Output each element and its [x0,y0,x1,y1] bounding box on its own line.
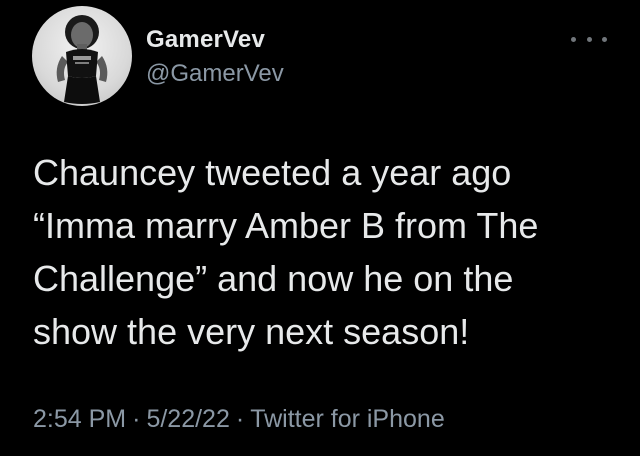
more-options-button[interactable] [571,30,607,48]
tweet-text: Chauncey tweeted a year ago “Imma marry … [33,152,539,352]
more-horizontal-icon [586,36,592,42]
tweet-meta: 2:54 PM · 5/22/22 · Twitter for iPhone [33,405,445,434]
meta-separator: · [235,405,245,433]
tweet-time[interactable]: 2:54 PM [33,405,126,433]
more-horizontal-icon [602,36,607,42]
person-photo-icon [56,15,108,104]
tweet-date[interactable]: 5/22/22 [146,405,229,433]
tweet-source[interactable]: Twitter for iPhone [250,405,445,433]
author-display-name[interactable]: GamerVev [146,26,265,54]
author-avatar[interactable] [32,6,132,106]
tweet-card: GamerVev @GamerVev Chauncey tweeted a ye… [0,0,640,456]
author-handle[interactable]: @GamerVev [146,60,284,88]
meta-separator: · [132,405,141,433]
more-horizontal-icon [571,36,576,42]
